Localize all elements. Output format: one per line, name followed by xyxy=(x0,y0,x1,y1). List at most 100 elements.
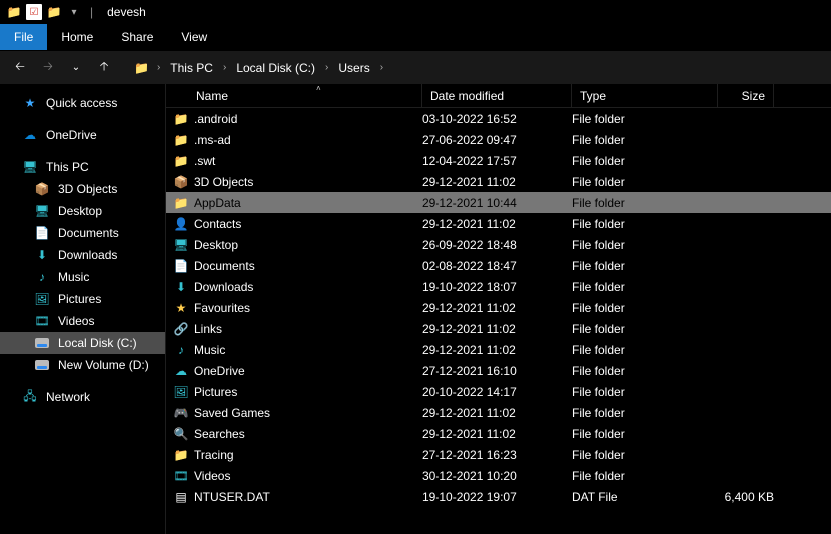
cell-date: 29-12-2021 11:02 xyxy=(422,343,572,357)
table-row[interactable]: 🖥Desktop26-09-2022 18:48File folder xyxy=(166,234,831,255)
qat-dropdown-icon[interactable]: ▾ xyxy=(66,4,82,20)
back-button[interactable]: 🡠 xyxy=(8,56,32,80)
generic-icon: ⬇ xyxy=(34,248,50,262)
up-button[interactable]: 🡡 xyxy=(92,56,116,80)
table-row[interactable]: ⬇Downloads19-10-2022 18:07File folder xyxy=(166,276,831,297)
cell-name: NTUSER.DAT xyxy=(194,490,422,504)
sidebar-item[interactable]: 📄Documents xyxy=(0,222,165,244)
window-title: devesh xyxy=(107,5,146,19)
table-row[interactable]: 🖼Pictures20-10-2022 14:17File folder xyxy=(166,381,831,402)
cell-name: AppData xyxy=(194,196,422,210)
table-row[interactable]: 👤Contacts29-12-2021 11:02File folder xyxy=(166,213,831,234)
menu-share[interactable]: Share xyxy=(107,24,167,50)
cell-date: 19-10-2022 19:07 xyxy=(422,490,572,504)
chevron-right-icon[interactable]: › xyxy=(157,62,160,73)
navigation-pane: ★ Quick access ☁ OneDrive 🖥 This PC 📦3D … xyxy=(0,84,166,534)
table-row[interactable]: 📁AppData29-12-2021 10:44File folder xyxy=(166,192,831,213)
breadcrumb[interactable]: Local Disk (C:) xyxy=(230,59,321,77)
column-type[interactable]: Type xyxy=(572,84,718,107)
cell-type: File folder xyxy=(572,238,718,252)
folder-icon: 📁 xyxy=(134,61,149,75)
item-icon: 🔍 xyxy=(172,427,190,441)
sidebar-item[interactable]: New Volume (D:) xyxy=(0,354,165,376)
table-row[interactable]: ▤NTUSER.DAT19-10-2022 19:07DAT File6,400… xyxy=(166,486,831,507)
item-icon: 📁 xyxy=(172,154,190,168)
cell-date: 27-06-2022 09:47 xyxy=(422,133,572,147)
breadcrumb[interactable]: This PC xyxy=(164,59,219,77)
cell-date: 12-04-2022 17:57 xyxy=(422,154,572,168)
table-row[interactable]: 🔍Searches29-12-2021 11:02File folder xyxy=(166,423,831,444)
item-icon: ☁ xyxy=(172,364,190,378)
cell-name: .swt xyxy=(194,154,422,168)
cell-name: Favourites xyxy=(194,301,422,315)
sidebar-item-quick-access[interactable]: ★ Quick access xyxy=(0,92,165,114)
cell-type: File folder xyxy=(572,154,718,168)
table-row[interactable]: ☁ OneDrive27-12-2021 16:10File folder xyxy=(166,360,831,381)
column-size[interactable]: Size xyxy=(718,84,774,107)
cell-name: .ms-ad xyxy=(194,133,422,147)
table-row[interactable]: 🎞Videos30-12-2021 10:20File folder xyxy=(166,465,831,486)
cloud-icon: ☁ xyxy=(22,128,38,142)
chevron-right-icon[interactable]: › xyxy=(325,62,328,73)
breadcrumb[interactable]: Users xyxy=(332,59,375,77)
item-icon: 📁 xyxy=(172,196,190,210)
cell-type: File folder xyxy=(572,217,718,231)
cell-date: 29-12-2021 11:02 xyxy=(422,322,572,336)
cell-type: File folder xyxy=(572,364,718,378)
table-row[interactable]: ♪Music29-12-2021 11:02File folder xyxy=(166,339,831,360)
navbar: 🡠 🡢 ⌄ 🡡 📁 › This PC › Local Disk (C:) › … xyxy=(0,50,831,84)
menu-file[interactable]: File xyxy=(0,24,47,50)
sidebar-item[interactable]: Local Disk (C:) xyxy=(0,332,165,354)
column-date[interactable]: Date modified xyxy=(422,84,572,107)
item-icon: 🖥 xyxy=(172,238,190,252)
folder-icon: 📁 xyxy=(6,4,22,20)
recent-dropdown-icon[interactable]: ⌄ xyxy=(64,56,88,80)
item-icon: ♪ xyxy=(172,343,190,357)
cell-type: File folder xyxy=(572,175,718,189)
table-row[interactable]: 📁Tracing27-12-2021 16:23File folder xyxy=(166,444,831,465)
sidebar-item[interactable]: 🎞Videos xyxy=(0,310,165,332)
cell-name: .android xyxy=(194,112,422,126)
sidebar-item-label: Documents xyxy=(58,226,119,240)
table-row[interactable]: 📁 .ms-ad27-06-2022 09:47File folder xyxy=(166,129,831,150)
table-row[interactable]: 📄Documents02-08-2022 18:47File folder xyxy=(166,255,831,276)
item-icon: 📁 xyxy=(172,133,190,147)
cell-date: 29-12-2021 11:02 xyxy=(422,217,572,231)
sidebar-item-label: Pictures xyxy=(58,292,101,306)
cell-name: OneDrive xyxy=(194,364,422,378)
menu-view[interactable]: View xyxy=(167,24,221,50)
cell-date: 27-12-2021 16:10 xyxy=(422,364,572,378)
sidebar-item-network[interactable]: 🖧 Network xyxy=(0,386,165,408)
column-name[interactable]: Name xyxy=(166,84,422,107)
chevron-right-icon[interactable]: › xyxy=(223,62,226,73)
sidebar-item-this-pc[interactable]: 🖥 This PC xyxy=(0,156,165,178)
table-row[interactable]: 🎮Saved Games29-12-2021 11:02File folder xyxy=(166,402,831,423)
forward-button[interactable]: 🡢 xyxy=(36,56,60,80)
table-row[interactable]: 📦3D Objects29-12-2021 11:02File folder xyxy=(166,171,831,192)
table-row[interactable]: ★Favourites29-12-2021 11:02File folder xyxy=(166,297,831,318)
sidebar-item-onedrive[interactable]: ☁ OneDrive xyxy=(0,124,165,146)
sidebar-item[interactable]: ♪Music xyxy=(0,266,165,288)
sidebar-item-label: Network xyxy=(46,390,90,404)
table-row[interactable]: 📁 .swt12-04-2022 17:57File folder xyxy=(166,150,831,171)
cell-name: Documents xyxy=(194,259,422,273)
chevron-right-icon[interactable]: › xyxy=(380,62,383,73)
cell-type: File folder xyxy=(572,385,718,399)
table-row[interactable]: 🔗Links29-12-2021 11:02File folder xyxy=(166,318,831,339)
cell-type: File folder xyxy=(572,196,718,210)
cell-type: File folder xyxy=(572,133,718,147)
item-icon: 📄 xyxy=(172,259,190,273)
sidebar-item[interactable]: 📦3D Objects xyxy=(0,178,165,200)
menu-home[interactable]: Home xyxy=(47,24,107,50)
table-row[interactable]: 📁.android03-10-2022 16:52File folder xyxy=(166,108,831,129)
item-icon: 🎞 xyxy=(172,469,190,483)
title-sep: | xyxy=(90,5,93,19)
cell-date: 20-10-2022 14:17 xyxy=(422,385,572,399)
sidebar-item[interactable]: ⬇Downloads xyxy=(0,244,165,266)
cell-type: File folder xyxy=(572,343,718,357)
sidebar-item[interactable]: 🖼Pictures xyxy=(0,288,165,310)
address-bar[interactable]: 📁 › This PC › Local Disk (C:) › Users › xyxy=(128,57,823,79)
cell-date: 27-12-2021 16:23 xyxy=(422,448,572,462)
sidebar-item-label: OneDrive xyxy=(46,128,97,142)
sidebar-item[interactable]: 🖥Desktop xyxy=(0,200,165,222)
